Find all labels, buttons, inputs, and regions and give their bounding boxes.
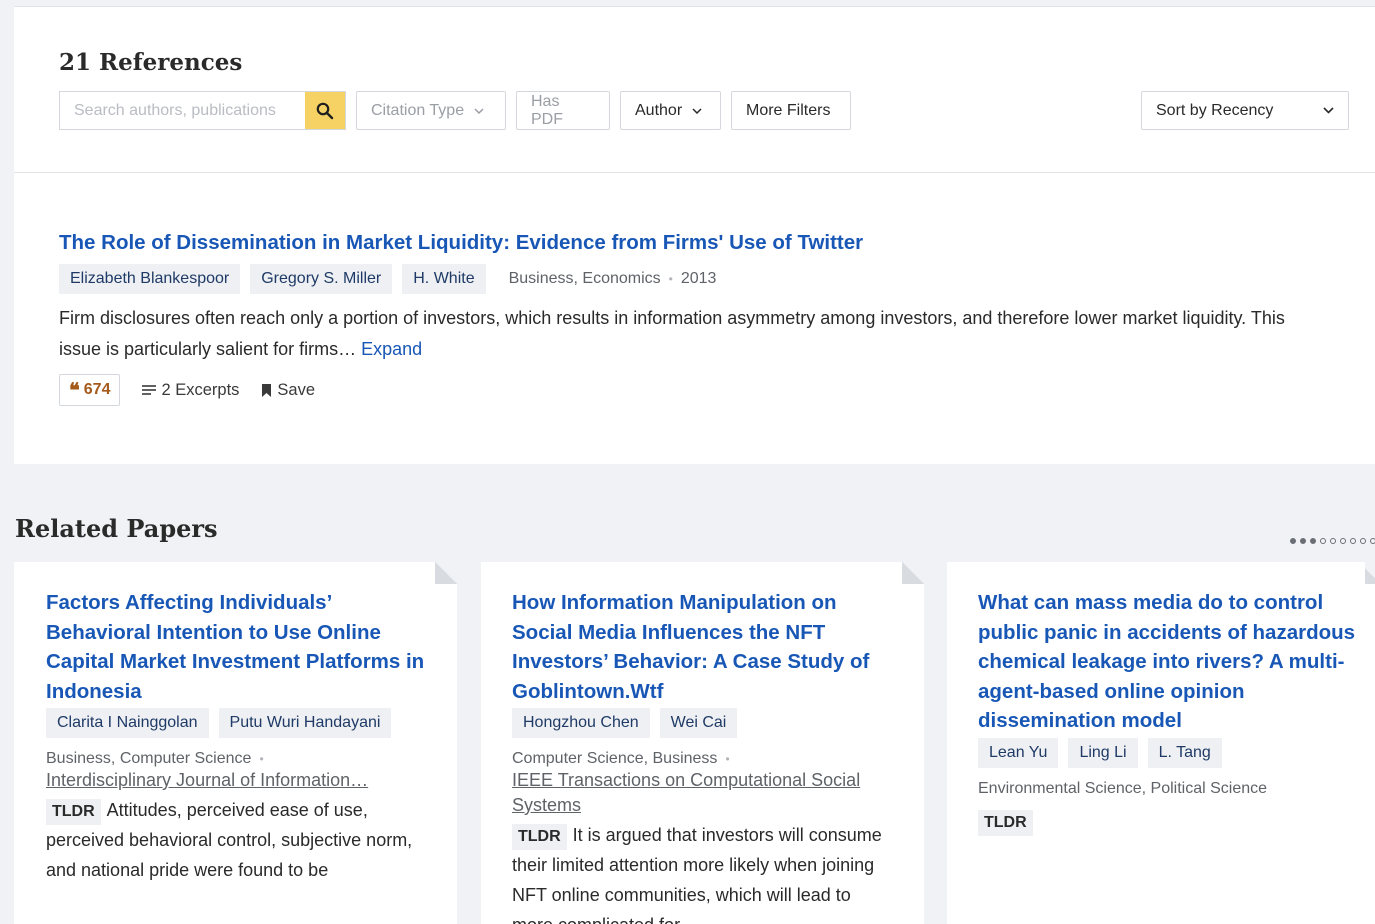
fields-text: Environmental Science, Political Science xyxy=(978,779,1268,797)
carousel-dot[interactable] xyxy=(1320,538,1326,544)
references-panel: 21 References Citation Type Has PDF Auth… xyxy=(14,6,1375,464)
author-chip[interactable]: L. Tang xyxy=(1147,737,1222,768)
related-paper-fields: Business, Computer Science • xyxy=(46,750,426,768)
tldr-text: Attitudes, perceived ease of use, percei… xyxy=(46,800,413,880)
author-chip[interactable]: H. White xyxy=(402,264,486,294)
separator-dot: • xyxy=(668,272,673,286)
author-chip[interactable]: Gregory S. Miller xyxy=(250,264,393,294)
citation-count-button[interactable]: ❝ 674 xyxy=(59,374,121,406)
author-filter[interactable]: Author xyxy=(620,91,721,130)
author-chip[interactable]: Wei Cai xyxy=(659,708,738,738)
author-chip[interactable]: Putu Wuri Handayani xyxy=(218,708,392,738)
author-filter-label: Author xyxy=(635,101,683,119)
tldr-badge: TLDR xyxy=(978,809,1033,836)
fields-text: Computer Science, Business xyxy=(512,750,718,767)
venue-link[interactable]: IEEE Transactions on Computational Socia… xyxy=(512,768,892,818)
author-chip[interactable]: Clarita I Nainggolan xyxy=(46,708,209,738)
card-fold-corner xyxy=(1365,562,1375,584)
references-heading: 21 References xyxy=(59,49,243,76)
expand-link[interactable]: Expand xyxy=(361,339,422,359)
save-button[interactable]: Save xyxy=(261,381,315,400)
separator-dot: • xyxy=(259,752,264,766)
carousel-dot[interactable] xyxy=(1360,538,1366,544)
carousel-dot[interactable] xyxy=(1370,538,1375,544)
carousel-pagination xyxy=(1290,538,1375,544)
related-paper-card[interactable]: Factors Affecting Individuals’ Behaviora… xyxy=(14,562,457,924)
author-list: Elizabeth Blankespoor Gregory S. Miller … xyxy=(59,264,716,294)
paper-fields: Business, Economics xyxy=(508,270,661,287)
tldr-summary: TLDR Attitudes, perceived ease of use, pe… xyxy=(46,795,426,885)
author-chip[interactable]: Ling Li xyxy=(1068,737,1138,768)
paper-abstract: Firm disclosures often reach only a port… xyxy=(59,303,1304,365)
sort-label: Sort by Recency xyxy=(1156,101,1274,119)
related-paper-title[interactable]: What can mass media do to control public… xyxy=(978,591,1355,732)
tldr-summary: TLDR xyxy=(978,806,1363,836)
author-chip[interactable]: Lean Yu xyxy=(978,737,1059,768)
citation-count: 674 xyxy=(83,381,111,398)
author-chip[interactable]: Elizabeth Blankespoor xyxy=(59,264,241,294)
list-icon xyxy=(142,385,157,395)
tldr-text: It is argued that investors will consume… xyxy=(512,825,882,924)
venue-link[interactable]: Interdisciplinary Journal of Information… xyxy=(46,768,426,793)
related-paper-fields: Computer Science, Business • xyxy=(512,750,892,768)
citation-type-label: Citation Type xyxy=(371,101,465,119)
excerpts-button[interactable]: 2 Excerpts xyxy=(142,381,239,400)
carousel-dot[interactable] xyxy=(1300,538,1306,544)
fields-text: Business, Computer Science xyxy=(46,750,252,767)
has-pdf-filter[interactable]: Has PDF xyxy=(516,91,610,130)
abstract-text: Firm disclosures often reach only a port… xyxy=(59,308,1285,359)
divider xyxy=(14,172,1375,173)
related-paper-authors: Lean Yu Ling Li L. Tang xyxy=(978,737,1363,777)
card-fold-corner xyxy=(435,562,457,584)
search-button[interactable] xyxy=(305,92,345,129)
carousel-dot[interactable] xyxy=(1290,538,1296,544)
tldr-badge: TLDR xyxy=(46,799,101,825)
quote-icon: ❝ xyxy=(69,378,80,402)
search-box xyxy=(59,91,346,130)
author-chip[interactable]: Hongzhou Chen xyxy=(512,708,650,738)
chevron-down-icon xyxy=(474,107,484,114)
related-paper-fields: Environmental Science, Political Science xyxy=(978,780,1363,798)
tldr-badge: TLDR xyxy=(512,824,567,850)
more-filters-button[interactable]: More Filters xyxy=(731,91,851,130)
save-label: Save xyxy=(277,380,316,399)
paper-title-link[interactable]: The Role of Dissemination in Market Liqu… xyxy=(59,231,863,255)
sort-dropdown[interactable]: Sort by Recency xyxy=(1141,91,1349,130)
paper-meta: Business, Economics • 2013 xyxy=(509,270,717,288)
related-paper-authors: Hongzhou Chen Wei Cai xyxy=(512,708,892,747)
carousel-dot[interactable] xyxy=(1340,538,1346,544)
search-input[interactable] xyxy=(60,92,305,129)
related-paper-title[interactable]: How Information Manipulation on Social M… xyxy=(512,591,869,703)
carousel-dot[interactable] xyxy=(1350,538,1356,544)
search-icon xyxy=(316,102,334,119)
separator-dot: • xyxy=(725,752,730,766)
related-paper-title[interactable]: Factors Affecting Individuals’ Behaviora… xyxy=(46,591,424,703)
has-pdf-label: Has PDF xyxy=(531,92,563,128)
related-paper-card[interactable]: What can mass media do to control public… xyxy=(947,562,1375,924)
more-filters-label: More Filters xyxy=(746,101,831,119)
related-paper-authors: Clarita I Nainggolan Putu Wuri Handayani xyxy=(46,708,426,747)
related-papers-heading: Related Papers xyxy=(15,514,218,543)
paper-actions: ❝ 674 2 Excerpts Save xyxy=(59,374,315,406)
card-fold-corner xyxy=(902,562,924,584)
related-paper-card[interactable]: How Information Manipulation on Social M… xyxy=(481,562,924,924)
carousel-dot[interactable] xyxy=(1310,538,1316,544)
bookmark-icon xyxy=(262,383,272,397)
chevron-down-icon xyxy=(692,107,702,114)
filter-bar: Citation Type Has PDF Author More Filter… xyxy=(59,91,1349,131)
citation-type-filter[interactable]: Citation Type xyxy=(356,91,506,130)
carousel-dot[interactable] xyxy=(1330,538,1336,544)
tldr-summary: TLDR It is argued that investors will con… xyxy=(512,820,892,924)
excerpts-label: 2 Excerpts xyxy=(161,380,240,399)
chevron-down-icon xyxy=(1323,107,1334,114)
paper-year: 2013 xyxy=(680,270,717,287)
